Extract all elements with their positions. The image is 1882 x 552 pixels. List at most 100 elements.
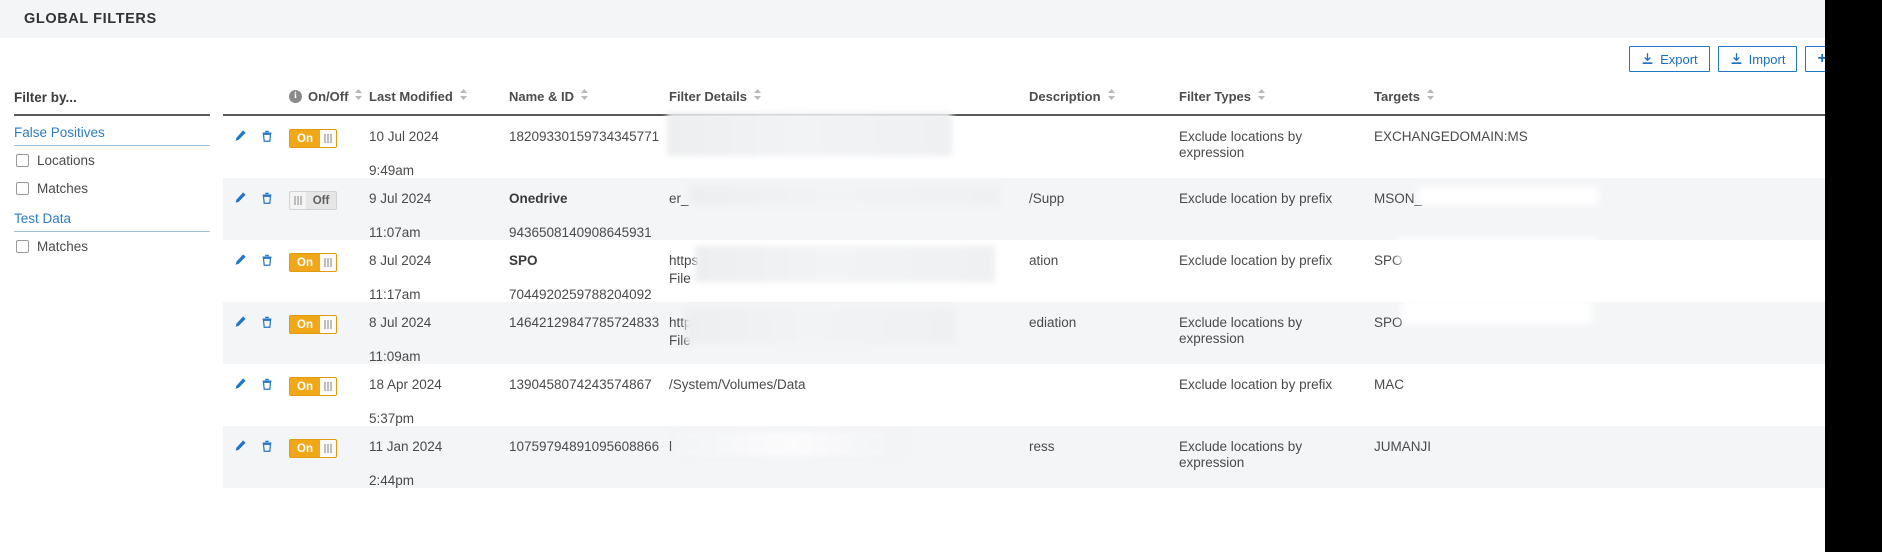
onoff-toggle[interactable]: On: [289, 129, 337, 148]
delete-icon[interactable]: [260, 315, 274, 329]
table-row[interactable]: On 8 Jul 2024 11:09am 146421298477857248…: [223, 302, 1827, 364]
facet-group-test-data: Test Data Matches: [14, 202, 210, 260]
sort-icon[interactable]: [459, 88, 468, 104]
row-time: 2:44pm: [369, 473, 501, 489]
onoff-toggle-label: On: [290, 440, 320, 457]
col-description[interactable]: Description: [1025, 80, 1175, 115]
cell-filter-details: l: [665, 426, 1025, 488]
row-details-line1: https: [669, 253, 1021, 269]
row-date: 8 Jul 2024: [369, 315, 501, 331]
row-name: SPO: [509, 253, 661, 269]
cell-filter-type: Exclude location by prefix: [1175, 240, 1370, 302]
facet-header-false-positives[interactable]: False Positives: [14, 116, 210, 146]
row-id: 10759794891095608866: [509, 439, 661, 455]
delete-icon[interactable]: [260, 129, 274, 143]
import-button[interactable]: Import: [1718, 46, 1798, 72]
row-filter-type: Exclude location by prefix: [1179, 191, 1366, 207]
row-time: 11:09am: [369, 349, 501, 365]
checkbox-matches[interactable]: [16, 182, 29, 195]
col-description-label: Description: [1029, 89, 1101, 104]
onoff-toggle[interactable]: On: [289, 315, 337, 334]
edit-icon[interactable]: [233, 315, 247, 329]
col-name-id[interactable]: Name & ID: [505, 80, 665, 115]
onoff-toggle[interactable]: On: [289, 377, 337, 396]
cell-name-id: 10759794891095608866: [505, 426, 665, 488]
sort-icon[interactable]: [1426, 88, 1435, 104]
onoff-toggle[interactable]: On: [289, 439, 337, 458]
cell-target: SPO: [1370, 302, 1827, 364]
sort-icon[interactable]: [354, 88, 363, 104]
info-icon[interactable]: i: [289, 90, 302, 103]
delete-icon[interactable]: [260, 191, 274, 205]
edit-icon[interactable]: [233, 129, 247, 143]
cell-target: MSON_: [1370, 178, 1827, 240]
col-filter-details-label: Filter Details: [669, 89, 747, 104]
edit-icon[interactable]: [233, 439, 247, 453]
col-filter-types[interactable]: Filter Types: [1175, 80, 1370, 115]
toggle-knob: [320, 440, 336, 457]
row-filter-type: Exclude location by prefix: [1179, 253, 1366, 269]
row-details-line1: l: [669, 439, 1021, 455]
row-date: 10 Jul 2024: [369, 129, 501, 145]
cell-onoff: On: [285, 302, 365, 364]
main-content: Filter by... False Positives Locations M…: [0, 80, 1882, 488]
sort-icon[interactable]: [753, 88, 762, 104]
row-id: 1390458074243574867: [509, 377, 661, 393]
toggle-knob: [320, 254, 336, 271]
facet-header-test-data[interactable]: Test Data: [14, 202, 210, 232]
export-button[interactable]: Export: [1629, 46, 1710, 72]
onoff-toggle-label: On: [290, 378, 320, 395]
col-filter-details[interactable]: Filter Details: [665, 80, 1025, 115]
edit-icon[interactable]: [233, 191, 247, 205]
col-onoff[interactable]: i On/Off: [285, 80, 365, 115]
row-details-line1: http: [669, 315, 1021, 331]
facet-item-matches[interactable]: Matches: [14, 174, 210, 202]
table-row[interactable]: On 18 Apr 2024 5:37pm 139045807424357486…: [223, 364, 1827, 426]
cell-filter-type: Exclude locations by expression: [1175, 426, 1370, 488]
cell-filter-type: Exclude locations by expression: [1175, 302, 1370, 364]
facet-item-label: Matches: [37, 239, 88, 254]
row-id: 18209330159734345771: [509, 129, 661, 145]
onoff-toggle[interactable]: Off: [289, 191, 337, 210]
import-button-label: Import: [1749, 52, 1786, 67]
toggle-knob: [320, 130, 336, 147]
onoff-toggle[interactable]: On: [289, 253, 337, 272]
cell-target: EXCHANGEDOMAIN:MS: [1370, 115, 1827, 178]
col-targets-label: Targets: [1374, 89, 1420, 104]
sort-icon[interactable]: [1257, 88, 1266, 104]
cell-filter-type: Exclude locations by expression: [1175, 115, 1370, 178]
col-targets[interactable]: Targets: [1370, 80, 1827, 115]
edit-icon[interactable]: [233, 377, 247, 391]
checkbox-test-data-matches[interactable]: [16, 240, 29, 253]
edit-icon[interactable]: [233, 253, 247, 267]
col-filter-types-label: Filter Types: [1179, 89, 1251, 104]
row-time: 11:17am: [369, 287, 501, 303]
checkbox-locations[interactable]: [16, 154, 29, 167]
facet-item-test-data-matches[interactable]: Matches: [14, 232, 210, 260]
facet-group-false-positives: False Positives Locations Matches: [14, 116, 210, 202]
facet-item-label: Matches: [37, 181, 88, 196]
delete-icon[interactable]: [260, 439, 274, 453]
facet-item-locations[interactable]: Locations: [14, 146, 210, 174]
onoff-toggle-label: On: [290, 254, 320, 271]
table-row[interactable]: On 10 Jul 2024 9:49am 182093301597343457…: [223, 115, 1827, 178]
cell-filter-type: Exclude location by prefix: [1175, 178, 1370, 240]
delete-icon[interactable]: [260, 377, 274, 391]
cell-description: /Supp: [1025, 178, 1175, 240]
sort-icon[interactable]: [1107, 88, 1116, 104]
filters-table: i On/Off Last Modified: [223, 80, 1827, 488]
sort-icon[interactable]: [580, 88, 589, 104]
row-filter-type: Exclude locations by expression: [1179, 315, 1366, 346]
delete-icon[interactable]: [260, 253, 274, 267]
cell-actions: [223, 302, 285, 364]
col-last-modified[interactable]: Last Modified: [365, 80, 505, 115]
cell-last-modified: 9 Jul 2024 11:07am: [365, 178, 505, 240]
table-row[interactable]: Off 9 Jul 2024 11:07am Onedrive 94365081…: [223, 178, 1827, 240]
cell-description: [1025, 115, 1175, 178]
table-row[interactable]: On 8 Jul 2024 11:17am SPO 70449202597882…: [223, 240, 1827, 302]
col-onoff-label: On/Off: [308, 89, 348, 104]
cell-filter-details: http File: [665, 302, 1025, 364]
table-row[interactable]: On 11 Jan 2024 2:44pm 107597948910956088…: [223, 426, 1827, 488]
cell-filter-details: [665, 115, 1025, 178]
row-details-line2: File: [669, 333, 1021, 349]
